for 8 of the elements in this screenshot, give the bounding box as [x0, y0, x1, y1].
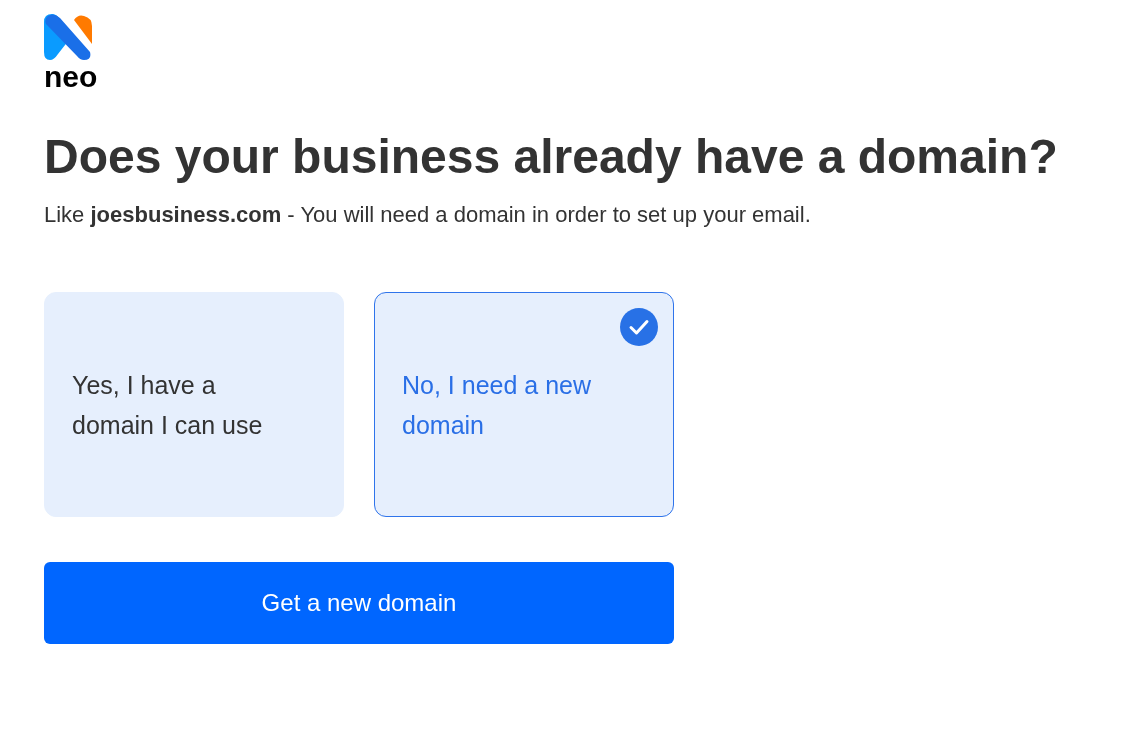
- get-domain-button[interactable]: Get a new domain: [44, 562, 674, 644]
- option-card[interactable]: No, I need a new domain: [374, 292, 674, 517]
- logo-icon: [44, 14, 92, 60]
- logo-text: neo: [44, 62, 98, 92]
- page-heading: Does your business already have a domain?: [44, 129, 1058, 185]
- subtitle-text: Like joesbusiness.com - You will need a domain in order to set up your email.: [44, 201, 811, 229]
- option-card[interactable]: Yes, I have a domain I can use: [44, 292, 344, 517]
- check-icon: [620, 308, 658, 346]
